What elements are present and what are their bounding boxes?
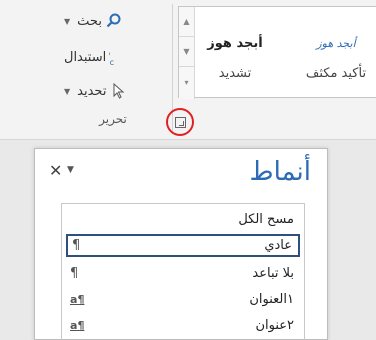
linked-style-icon: ¶a	[70, 319, 85, 332]
chevron-down-icon: ▼	[64, 16, 71, 26]
select-label: تحديد	[77, 83, 107, 99]
style-item-no-spacing[interactable]: بلا تباعد ¶	[66, 262, 300, 285]
paragraph-icon: ¶	[70, 266, 79, 281]
style-item-normal[interactable]: عادي ¶	[66, 234, 300, 257]
replace-button[interactable]: abac استبدال	[64, 46, 164, 68]
style-tile-name: تأكيد مكثف	[305, 66, 367, 81]
find-button[interactable]: بحث ▼	[64, 10, 164, 32]
search-icon	[105, 12, 123, 30]
pane-title: أنماط	[249, 157, 311, 187]
select-button[interactable]: تحديد ▼	[64, 80, 164, 102]
style-item-clear-all[interactable]: مسح الكل	[66, 208, 300, 231]
svg-text:ac: ac	[109, 58, 114, 66]
style-item-label: بلا تباعد	[252, 266, 294, 281]
style-tile-name: تشديد	[218, 66, 252, 81]
ribbon: بحث ▼ abac استبدال تحديد ▼ تحرير ▲ ▼ ▾ أ…	[0, 0, 376, 140]
style-item-label: ١العنوان	[249, 292, 294, 307]
styles-dialog-launcher[interactable]	[166, 108, 194, 136]
find-label: بحث	[77, 13, 102, 29]
paragraph-icon: ¶	[72, 238, 81, 253]
cursor-icon	[109, 82, 127, 100]
gallery-scrollbar[interactable]: ▲ ▼ ▾	[179, 7, 195, 99]
svg-text:ab: ab	[109, 49, 110, 58]
style-item-heading-2[interactable]: ٢عنوان ¶a	[66, 314, 300, 337]
gallery-down-icon[interactable]: ▼	[179, 37, 194, 67]
replace-icon: abac	[109, 48, 127, 66]
style-tile-intense-emphasis[interactable]: أبجد هوز تأكيد مكثف	[295, 35, 376, 91]
linked-style-icon: ¶a	[70, 293, 85, 306]
close-icon[interactable]: ✕	[49, 161, 62, 180]
gallery-more-icon[interactable]: ▾	[179, 67, 194, 97]
styles-gallery: ▲ ▼ ▾ أبجد هوز تشديد أبجد هوز تأكيد مكثف	[178, 6, 376, 99]
styles-list: مسح الكل عادي ¶ بلا تباعد ¶ ١العنوان ¶a …	[61, 203, 305, 340]
style-tile-sample: أبجد هوز	[316, 37, 356, 50]
chevron-down-icon: ▼	[64, 86, 71, 96]
editing-group: بحث ▼ abac استبدال تحديد ▼ تحرير	[58, 0, 170, 140]
styles-pane: ✕ ▼ أنماط مسح الكل عادي ¶ بلا تباعد ¶ ١ا…	[34, 148, 328, 340]
editing-group-label: تحرير	[99, 112, 127, 126]
style-item-label: عادي	[264, 238, 292, 253]
gallery-up-icon[interactable]: ▲	[179, 7, 194, 37]
pane-options-icon[interactable]: ▼	[67, 165, 74, 175]
style-tile-strong[interactable]: أبجد هوز تشديد	[205, 35, 265, 91]
style-item-label: ٢عنوان	[255, 318, 294, 333]
dialog-launcher-icon	[174, 116, 186, 128]
style-tile-sample: أبجد هوز	[207, 36, 263, 51]
replace-label: استبدال	[64, 49, 107, 65]
style-item-label: مسح الكل	[238, 212, 294, 227]
style-item-heading-1[interactable]: ١العنوان ¶a	[66, 288, 300, 311]
